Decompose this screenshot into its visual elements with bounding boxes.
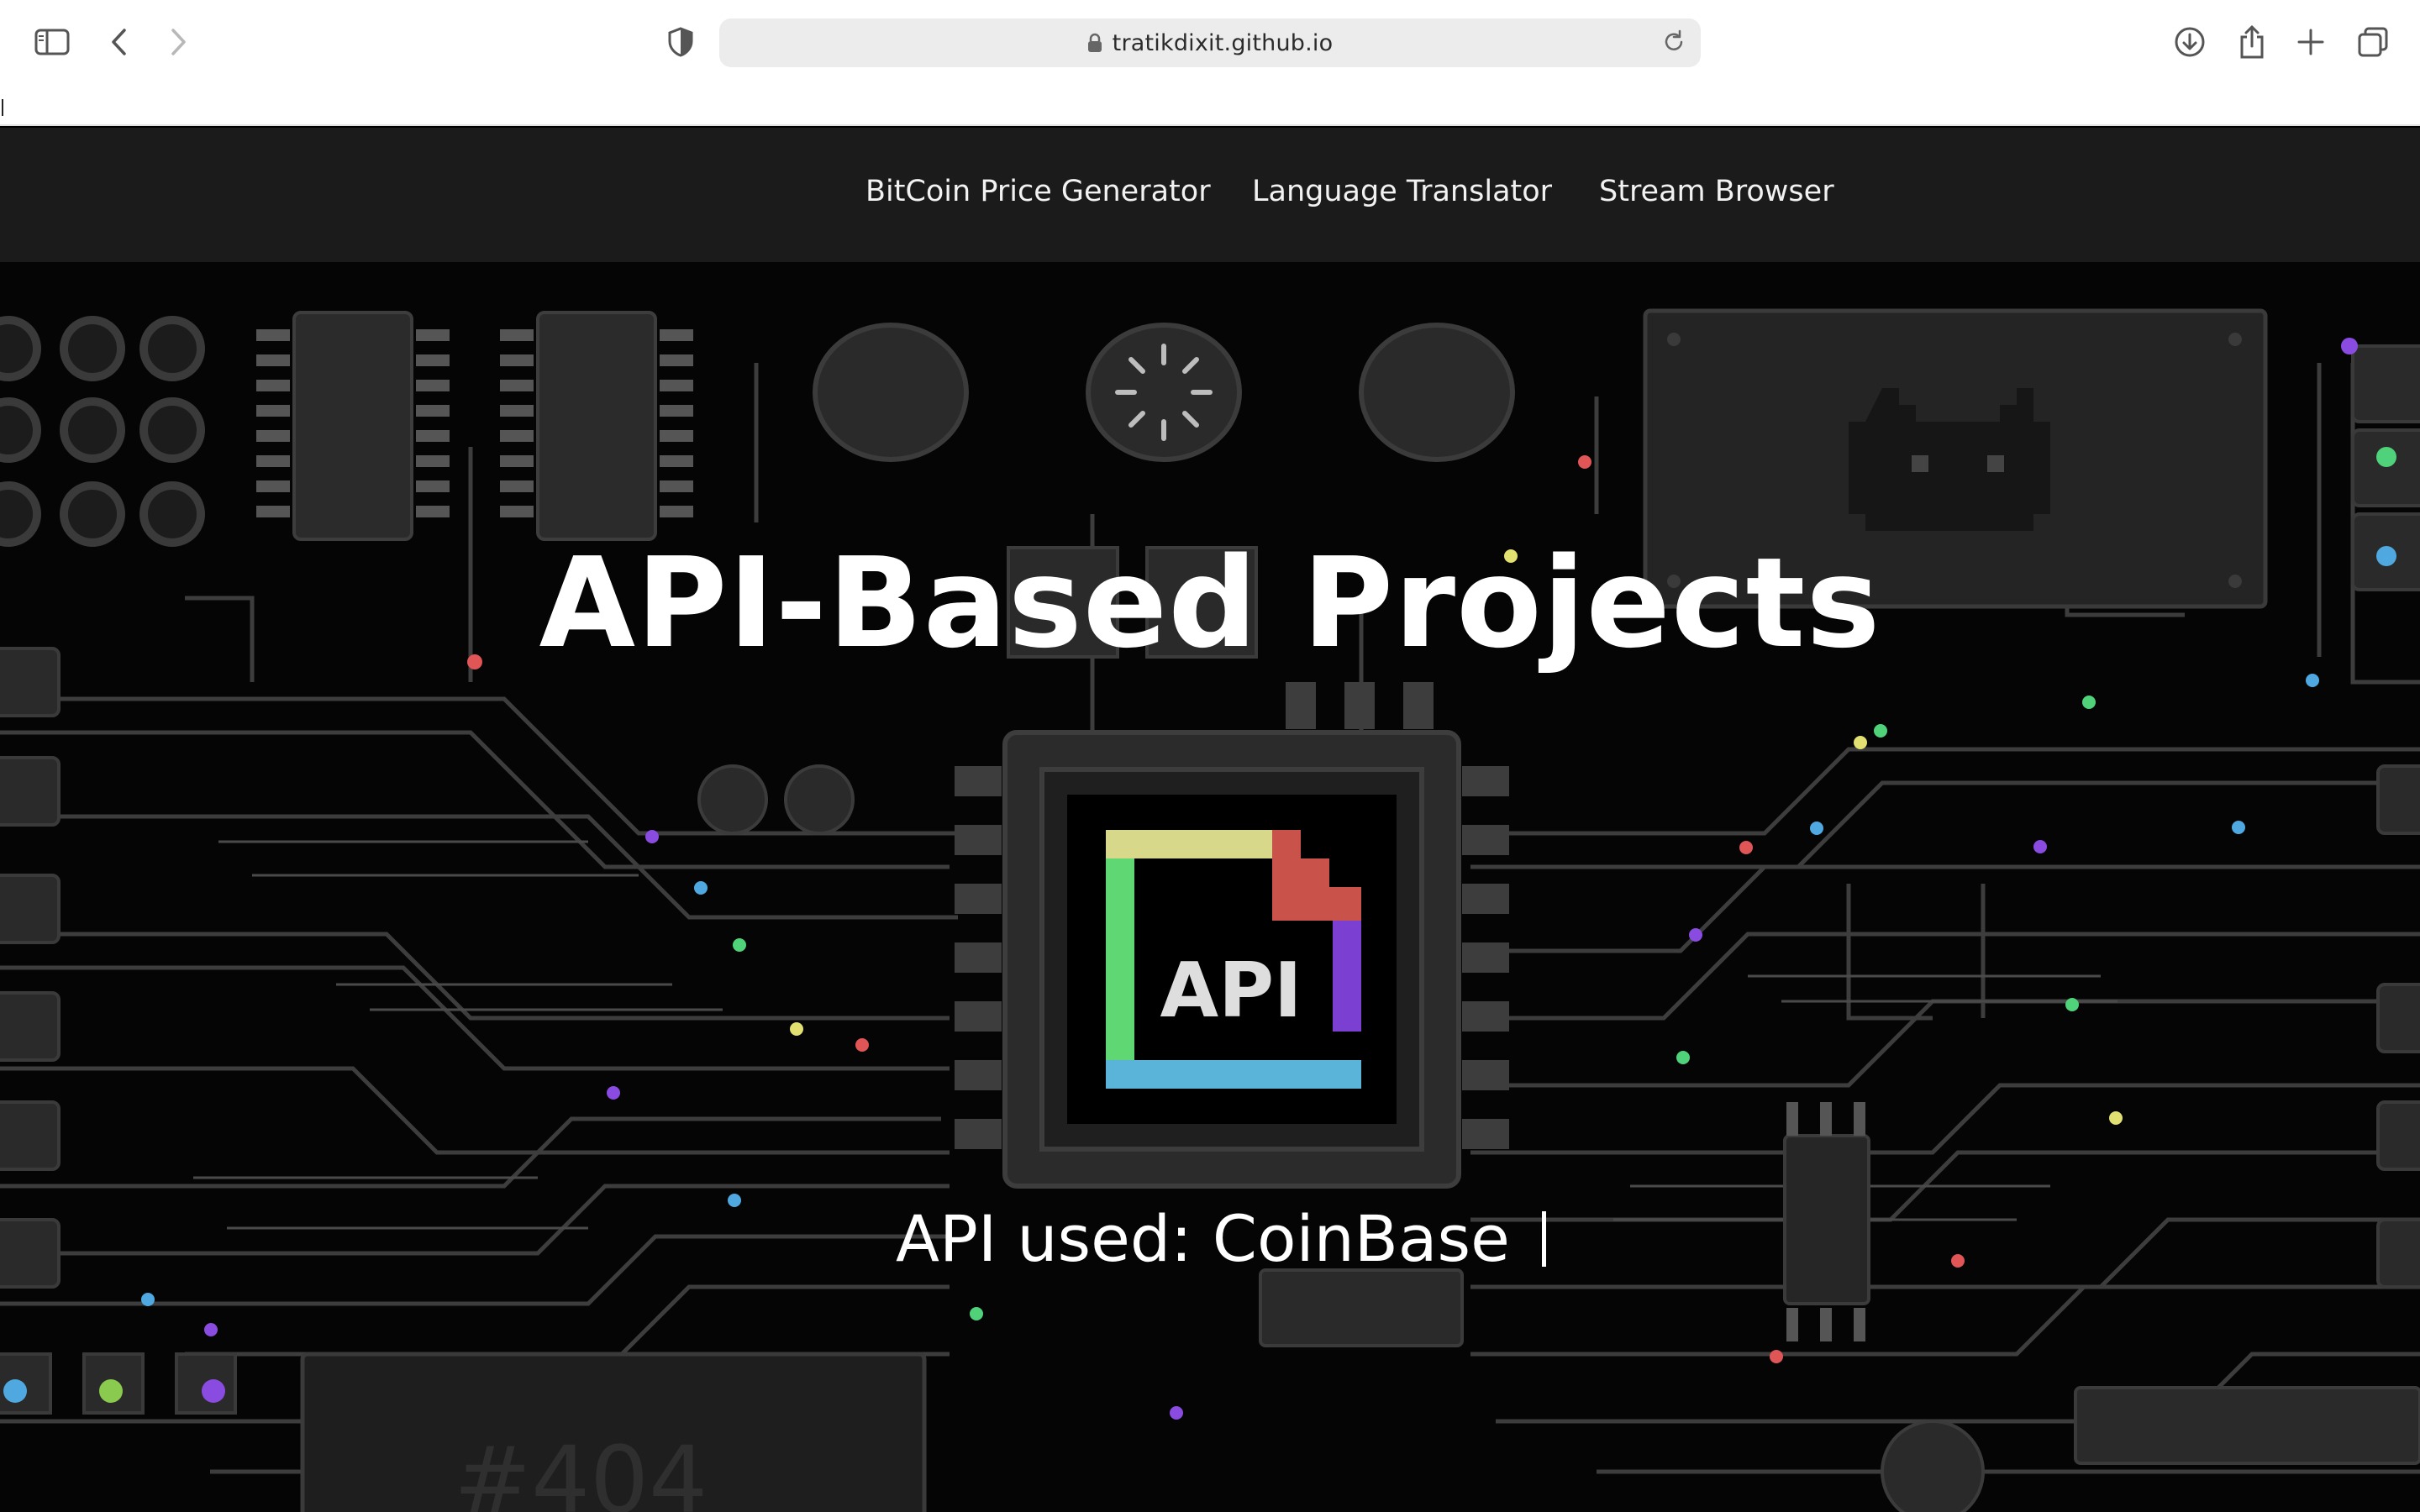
logo-bar-green (1106, 858, 1134, 1060)
back-icon[interactable] (96, 18, 143, 66)
text-caret (2, 99, 3, 116)
page-title: API-Based Projects (539, 531, 1881, 675)
logo-bar-purple (1333, 921, 1361, 1032)
browser-toolbar: tratikdixit.github.io (0, 0, 2420, 126)
forward-icon[interactable] (155, 18, 202, 66)
shield-icon[interactable] (657, 18, 704, 66)
download-icon[interactable] (2166, 18, 2213, 66)
api-used-line: API used: CoinBase (896, 1201, 1546, 1276)
new-tab-icon[interactable] (2287, 18, 2334, 66)
typing-cursor (1541, 1210, 1546, 1267)
reload-icon[interactable] (1660, 29, 1687, 59)
nav-link-bitcoin-price-generator[interactable]: BitCoin Price Generator (865, 175, 1211, 208)
address-bar[interactable]: tratikdixit.github.io (719, 18, 1701, 67)
circuit-board-background: API #404 (0, 262, 2420, 1512)
sidebar-icon[interactable] (29, 18, 76, 66)
logo-bar-yellow (1106, 830, 1272, 858)
logo-bar-blue (1106, 1060, 1361, 1089)
nav-link-language-translator[interactable]: Language Translator (1252, 175, 1552, 208)
api-chip: API (955, 682, 1509, 1189)
chip-api-label: API (1160, 947, 1302, 1035)
tabs-overview-icon[interactable] (2349, 18, 2396, 66)
share-icon[interactable] (2228, 18, 2275, 66)
api-used-value: CoinBase (1212, 1201, 1510, 1276)
url-text: tratikdixit.github.io (1112, 29, 1334, 56)
site-nav: BitCoin Price Generator Language Transla… (0, 128, 2420, 262)
api-used-label: API used: (896, 1201, 1213, 1276)
nav-link-stream-browser[interactable]: Stream Browser (1599, 175, 1834, 208)
hero-section: API #404 API-Based Projects API used: Co… (0, 262, 2420, 1512)
lock-icon (1087, 33, 1102, 53)
plate-404-label: #404 (454, 1426, 708, 1512)
